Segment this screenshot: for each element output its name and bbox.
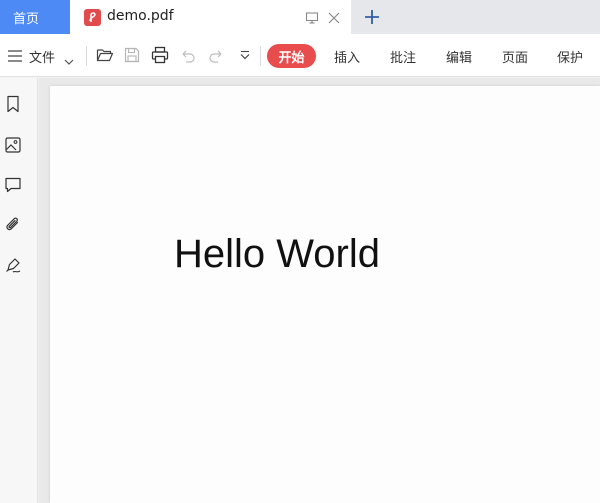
left-sidebar: [0, 78, 38, 503]
file-menu[interactable]: 文件: [29, 47, 55, 66]
save-icon[interactable]: [123, 46, 141, 64]
tab-document[interactable]: demo.pdf: [70, 0, 351, 34]
pdf-file-icon: [84, 9, 101, 26]
page-text: Hello World: [174, 232, 380, 276]
more-icon[interactable]: [236, 46, 254, 64]
document-viewport[interactable]: Hello World: [39, 78, 600, 503]
chevron-down-icon[interactable]: [64, 51, 74, 65]
tab-start[interactable]: 开始: [267, 44, 316, 68]
toolbar-divider: [260, 46, 261, 66]
pin-tab-icon[interactable]: [305, 10, 319, 24]
undo-icon[interactable]: [179, 46, 197, 64]
tab-bar: 首页 demo.pdf: [0, 0, 600, 34]
tab-page[interactable]: 页面: [502, 47, 528, 66]
bookmark-icon[interactable]: [4, 95, 22, 113]
tab-insert[interactable]: 插入: [334, 47, 360, 66]
attachment-icon[interactable]: [4, 216, 22, 234]
image-icon[interactable]: [4, 136, 22, 154]
folder-open-icon[interactable]: [96, 46, 114, 64]
signature-icon[interactable]: [4, 256, 22, 274]
tab-edit[interactable]: 编辑: [446, 47, 472, 66]
tab-start-label: 开始: [278, 50, 305, 66]
toolbar-divider: [86, 46, 87, 66]
hamburger-menu-icon[interactable]: [7, 48, 23, 62]
toolbar: 文件 开始 插入 批注 编辑 页面 保护: [0, 34, 600, 77]
tab-annotate[interactable]: 批注: [390, 47, 416, 66]
pdf-page[interactable]: Hello World: [50, 86, 600, 503]
print-icon[interactable]: [151, 46, 169, 64]
redo-icon[interactable]: [207, 46, 225, 64]
new-tab-icon[interactable]: [362, 7, 382, 27]
comment-icon[interactable]: [4, 176, 22, 194]
tab-home-label: 首页: [13, 11, 40, 27]
tab-document-title: demo.pdf: [107, 8, 174, 24]
tab-home[interactable]: 首页: [0, 0, 70, 34]
tab-protect[interactable]: 保护: [557, 47, 583, 66]
close-tab-icon[interactable]: [327, 10, 341, 24]
